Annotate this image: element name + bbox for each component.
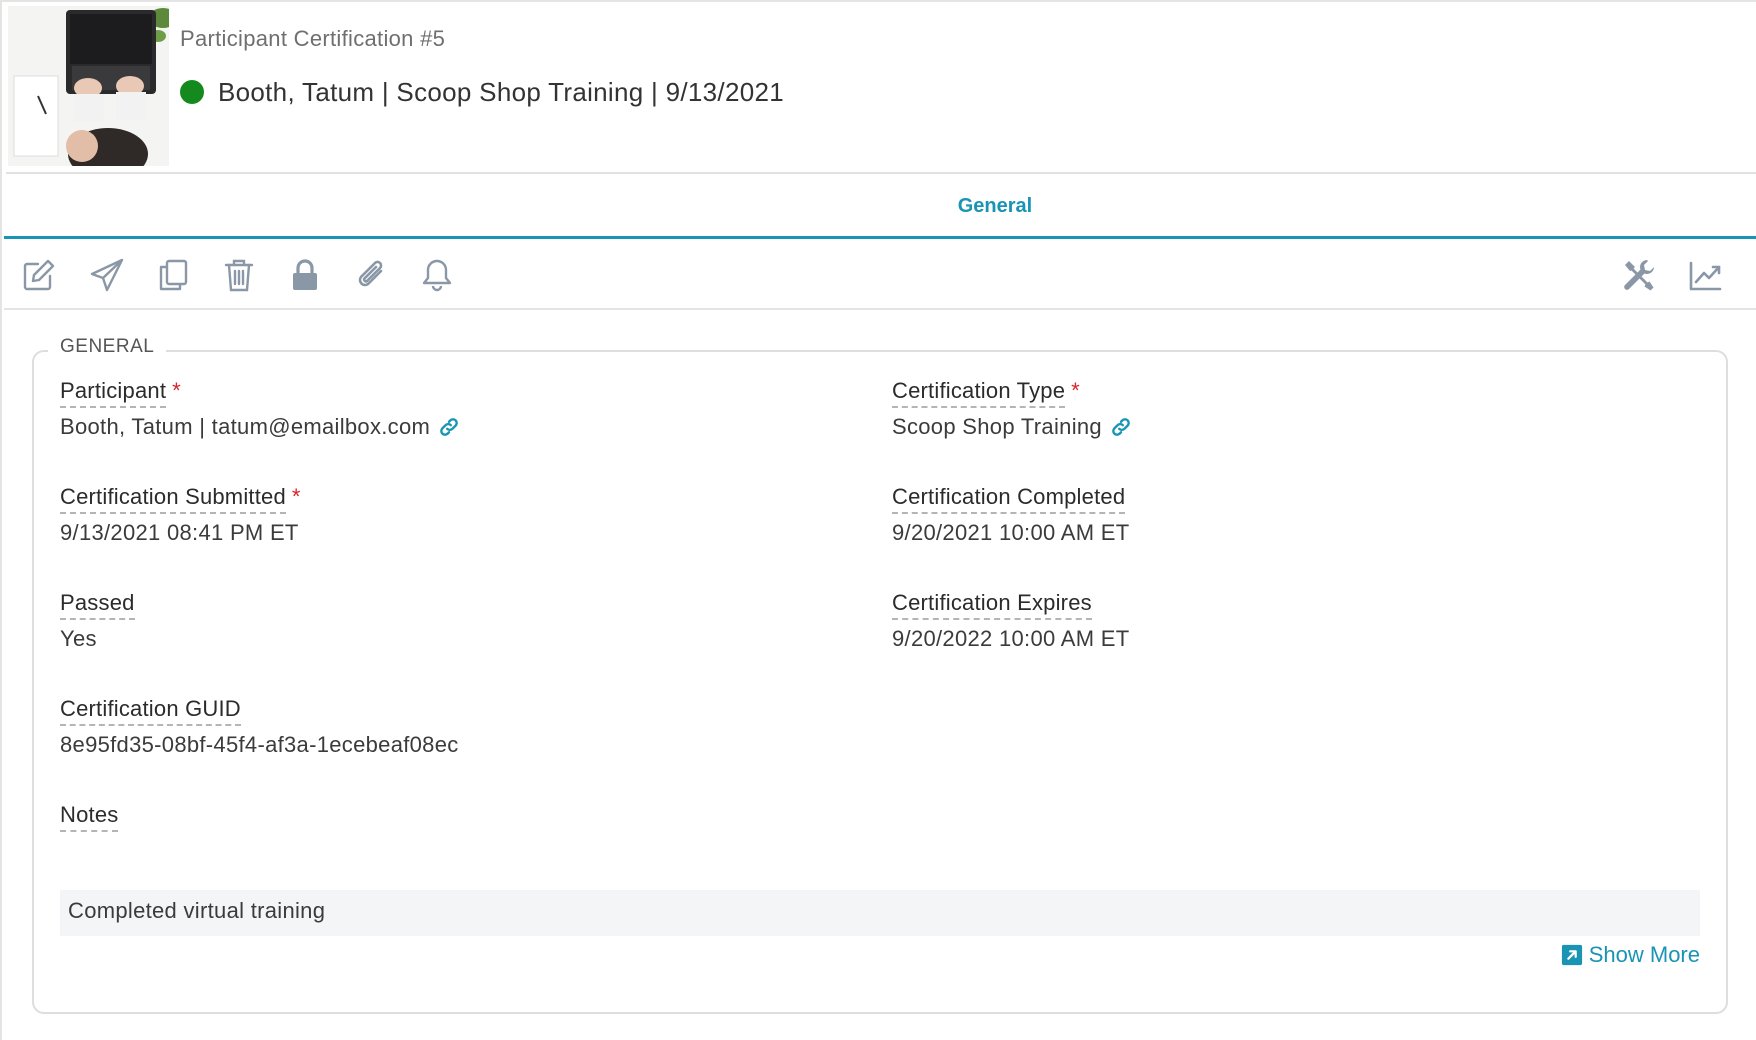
delete-button[interactable] — [218, 254, 260, 296]
copy-button[interactable] — [152, 254, 194, 296]
certification-expires-label: Certification Expires — [892, 590, 1092, 620]
tab-general[interactable]: General — [4, 174, 1756, 238]
status-dot-icon — [180, 80, 204, 104]
notes-label: Notes — [60, 802, 119, 832]
tab-general-label: General — [957, 194, 1033, 217]
certification-submitted-value: 9/13/2021 08:41 PM ET — [60, 520, 299, 545]
link-icon[interactable] — [1110, 416, 1132, 438]
copy-icon — [159, 259, 188, 291]
required-marker: * — [1071, 378, 1080, 403]
certification-submitted-field: Certification Submitted * 9/13/2021 08:41… — [60, 484, 300, 546]
tools-icon — [1624, 260, 1654, 291]
analytics-button[interactable] — [1684, 254, 1726, 296]
certification-guid-value: 8e95fd35-08bf-45f4-af3a-1ecebeaf08ec — [60, 732, 459, 757]
send-button[interactable] — [86, 254, 128, 296]
notify-button[interactable] — [416, 254, 458, 296]
notes-value: Completed virtual training — [60, 890, 1700, 936]
notes-field: Notes — [60, 802, 119, 832]
certification-type-value-text: Scoop Shop Training — [892, 414, 1102, 439]
certification-expires-value: 9/20/2022 10:00 AM ET — [892, 626, 1130, 651]
attach-icon — [358, 260, 383, 287]
record-thumbnail-image — [8, 6, 169, 166]
participant-label: Participant — [60, 378, 167, 408]
edit-icon — [23, 259, 55, 291]
certification-completed-label: Certification Completed — [892, 484, 1126, 514]
participant-value-text: Booth, Tatum | tatum@emailbox.com — [60, 414, 431, 439]
certification-completed-value: 9/20/2021 10:00 AM ET — [892, 520, 1130, 545]
link-icon[interactable] — [438, 416, 460, 438]
general-section: GENERAL Participant * Booth, Tatum | tatu… — [32, 336, 1728, 1014]
tab-bar: General — [4, 174, 1756, 240]
show-more-label: Show More — [1588, 942, 1700, 967]
required-marker: * — [291, 484, 301, 509]
certification-completed-field: Certification Completed 9/20/2021 10:00 … — [892, 484, 1129, 546]
certification-type-value: Scoop Shop Training — [892, 414, 1132, 440]
show-more-link[interactable]: Show More — [1561, 942, 1700, 968]
certification-guid-field: Certification GUID 8e95fd35-08bf-45f4-af… — [60, 696, 459, 758]
attach-button[interactable] — [350, 254, 392, 296]
action-toolbar — [4, 240, 1756, 310]
passed-field: Passed Yes — [60, 590, 135, 652]
certification-type-field: Certification Type * Scoop Shop Training — [892, 378, 1132, 440]
participant-field: Participant * Booth, Tatum | tatum@emailb… — [60, 378, 460, 440]
record-header: Participant Certification #5 Booth, Tatu… — [6, 6, 1756, 172]
record-title: Booth, Tatum | Scoop Shop Training | 9/1… — [218, 76, 784, 107]
participant-value: Booth, Tatum | tatum@emailbox.com — [60, 414, 460, 440]
bell-icon — [422, 259, 452, 292]
delete-icon — [224, 259, 254, 292]
passed-value: Yes — [60, 626, 97, 651]
general-section-legend: GENERAL — [48, 336, 167, 358]
certification-expires-field: Certification Expires 9/20/2022 10:00 AM… — [892, 590, 1129, 652]
send-icon — [90, 258, 124, 292]
tools-button[interactable] — [1618, 254, 1660, 296]
required-marker: * — [172, 378, 181, 403]
record-title-row: Booth, Tatum | Scoop Shop Training | 9/1… — [180, 76, 784, 108]
edit-button[interactable] — [18, 254, 60, 296]
expand-icon — [1561, 944, 1582, 966]
passed-label: Passed — [60, 590, 135, 620]
certification-type-label: Certification Type — [892, 378, 1066, 408]
lock-icon — [293, 259, 317, 290]
lock-button[interactable] — [284, 254, 326, 296]
record-subtitle: Participant Certification #5 — [180, 26, 446, 51]
certification-guid-label: Certification GUID — [60, 696, 241, 726]
active-tab-indicator — [4, 236, 1756, 239]
certification-submitted-label: Certification Submitted — [60, 484, 286, 514]
chart-icon — [1689, 261, 1722, 291]
